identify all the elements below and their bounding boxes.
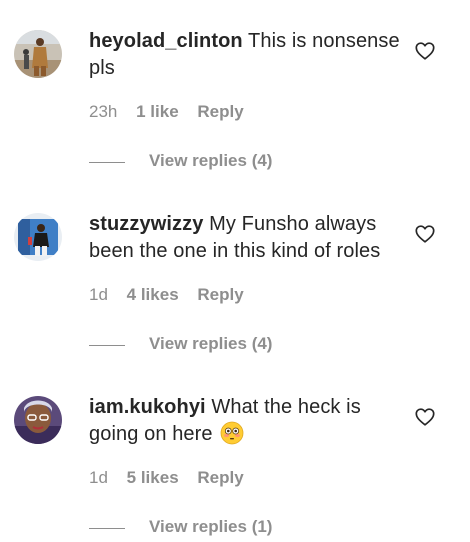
comment-timestamp: 23h [89,102,118,121]
reply-button[interactable]: Reply [197,285,243,305]
comment-timestamp: 1d [89,468,108,487]
comment-meta: 1d 4 likes Reply [89,285,244,305]
avatar-photo-icon [14,213,62,261]
comment-text: heyolad_clinton This is nonsense pls [89,28,401,82]
comment-meta: 23h 1 like Reply [89,102,244,122]
reply-button[interactable]: Reply [197,468,243,488]
like-heart-icon[interactable] [414,40,436,62]
flushed-face-emoji-icon [220,421,244,445]
avatar[interactable] [14,30,62,78]
replies-divider [89,345,125,346]
comment-likes[interactable]: 5 likes [127,468,179,488]
comment-likes[interactable]: 1 like [136,102,179,122]
comment-username[interactable]: heyolad_clinton [89,30,243,52]
comment-text: stuzzywizzy My Funsho always been the on… [89,211,401,265]
view-replies-button[interactable]: View replies (4) [149,334,272,354]
like-heart-icon[interactable] [414,406,436,428]
like-heart-icon[interactable] [414,223,436,245]
comment-username[interactable]: stuzzywizzy [89,213,203,235]
avatar[interactable] [14,396,62,444]
avatar-photo-icon [14,30,62,78]
comment-username[interactable]: iam.kukohyi [89,396,206,418]
view-replies-button[interactable]: View replies (1) [149,517,272,537]
view-replies-button[interactable]: View replies (4) [149,151,272,171]
replies-divider [89,528,125,529]
reply-button[interactable]: Reply [197,102,243,122]
avatar-photo-icon [14,396,62,444]
comment-timestamp: 1d [89,285,108,304]
avatar[interactable] [14,213,62,261]
comment-likes[interactable]: 4 likes [127,285,179,305]
replies-divider [89,162,125,163]
comment-text: iam.kukohyi What the heck is going on he… [89,394,401,448]
comment-meta: 1d 5 likes Reply [89,468,244,488]
